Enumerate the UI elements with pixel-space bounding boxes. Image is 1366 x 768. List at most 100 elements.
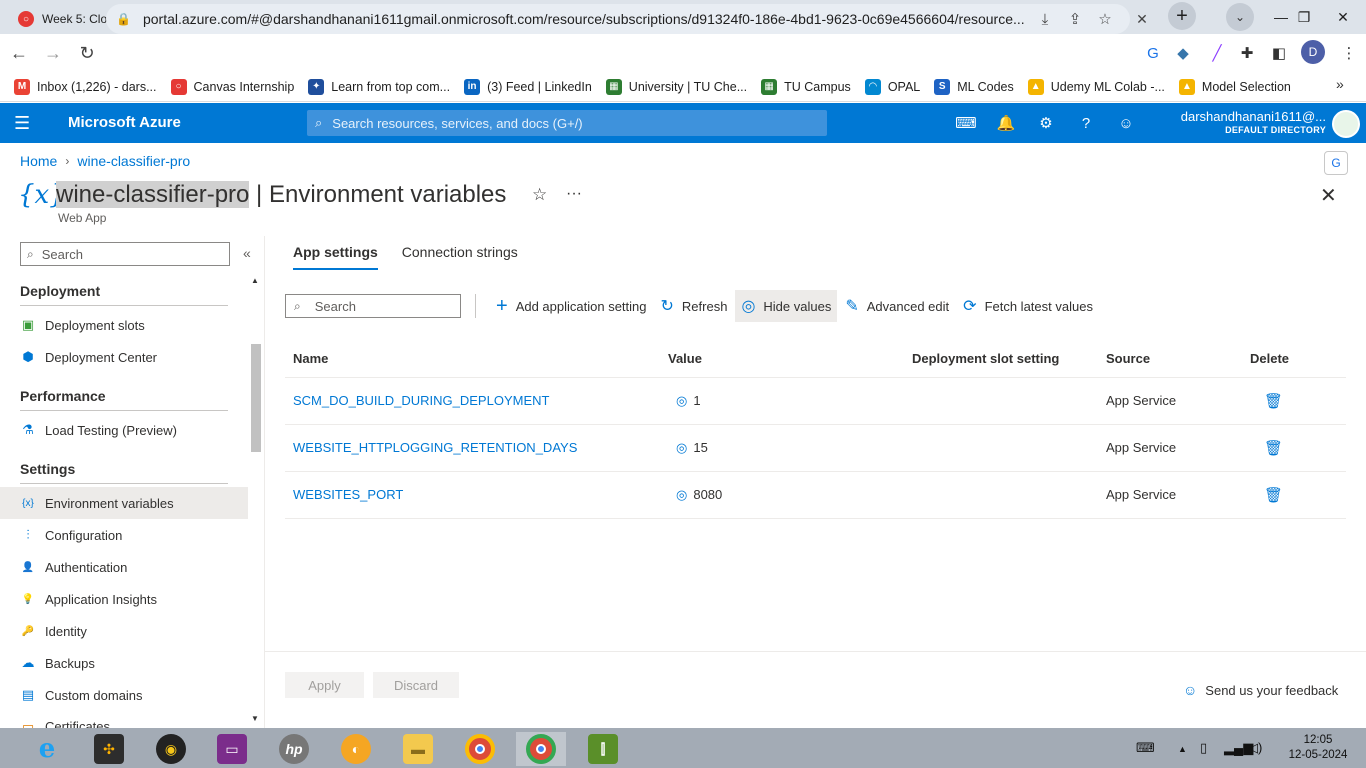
back-button[interactable]: ← <box>4 38 34 68</box>
setting-value[interactable]: ◎ 15 <box>668 440 904 456</box>
sidebar-item-identity[interactable]: 🔑 Identity <box>0 615 248 647</box>
bookmark-item[interactable]: ▦ University | TU Che... <box>605 78 747 95</box>
show-value-eye-icon[interactable]: ◎ <box>676 393 687 409</box>
collapse-nav-icon[interactable]: « <box>243 245 251 261</box>
extensions-puzzle-icon[interactable]: ✚ <box>1232 38 1262 68</box>
share-icon[interactable]: ⇪ <box>1060 10 1090 28</box>
bookmark-item[interactable]: S ML Codes <box>934 78 1014 95</box>
bookmark-item[interactable]: ◠ OPAL <box>864 78 920 95</box>
tab-connection-strings[interactable]: Connection strings <box>402 244 518 270</box>
cloud-shell-icon[interactable]: ⌨ <box>955 113 977 133</box>
bookmark-item[interactable]: ▲ Udemy ML Colab -... <box>1027 78 1165 95</box>
browser-menu-icon[interactable]: ⋮ <box>1334 38 1364 68</box>
bookmark-item[interactable]: ✦ Learn from top com... <box>308 78 450 95</box>
show-value-eye-icon[interactable]: ◎ <box>676 440 687 456</box>
chrome-icon[interactable] <box>455 732 505 766</box>
bookmarks-overflow-icon[interactable]: » <box>1336 76 1344 92</box>
nav-scrollbar[interactable]: ▲ ▼ <box>249 274 263 728</box>
bookmark-item[interactable]: ▲ Model Selection <box>1178 78 1291 95</box>
hide-values-button[interactable]: ◎ Hide values <box>735 290 838 322</box>
setting-value[interactable]: ◎ 8080 <box>668 487 904 503</box>
sidebar-item-certificates[interactable]: ▭ Certificates <box>0 711 248 728</box>
profile-avatar[interactable]: D <box>1301 40 1325 64</box>
tab-close-icon[interactable]: ✕ <box>1134 11 1150 28</box>
close-blade-icon[interactable]: ✕ <box>1320 183 1337 208</box>
favorite-star-icon[interactable]: ☆ <box>532 185 547 205</box>
settings-gear-icon[interactable]: ⚙ <box>1036 113 1056 133</box>
file-explorer-icon[interactable]: ▬ <box>393 732 443 766</box>
column-header-slot-setting[interactable]: Deployment slot setting <box>904 340 1098 378</box>
puzzle-app-icon[interactable]: ✣ <box>84 732 134 766</box>
breadcrumb-resource[interactable]: wine-classifier-pro <box>77 153 190 169</box>
apply-button[interactable]: Apply <box>285 672 364 698</box>
discard-button[interactable]: Discard <box>373 672 459 698</box>
send-feedback-link[interactable]: ☺ Send us your feedback <box>1183 682 1338 698</box>
pen-extension-icon[interactable]: ╱ <box>1202 38 1232 68</box>
sidebar-item-custom-domains[interactable]: ▤ Custom domains <box>0 679 248 711</box>
taskbar-clock[interactable]: 12:05 12-05-2024 <box>1280 733 1356 763</box>
sidebar-item-load-testing-preview[interactable]: ⚗ Load Testing (Preview) <box>0 414 248 446</box>
volume-icon[interactable]: ◁) <box>1248 740 1262 756</box>
setting-name-link[interactable]: SCM_DO_BUILD_DURING_DEPLOYMENT <box>293 393 549 408</box>
bookmark-item[interactable]: M Inbox (1,226) - dars... <box>14 78 157 95</box>
sidebar-item-backups[interactable]: ☁ Backups <box>0 647 248 679</box>
column-header-source[interactable]: Source <box>1098 340 1242 378</box>
hp-icon[interactable]: hp <box>269 732 319 766</box>
setting-value[interactable]: ◎ 1 <box>668 393 904 409</box>
account-avatar[interactable] <box>1332 110 1360 138</box>
advanced-edit-button[interactable]: ✎ Advanced edit <box>839 290 955 322</box>
help-question-icon[interactable]: ? <box>1076 113 1096 133</box>
keyboard-icon[interactable]: ⌨ <box>1136 740 1155 756</box>
google-translate-icon[interactable]: G <box>1324 151 1348 175</box>
settings-search-input[interactable]: ⌕ Search <box>285 294 461 318</box>
close-window-button[interactable]: ✕ <box>1320 0 1366 34</box>
python-extension-icon[interactable]: ◆ <box>1168 38 1198 68</box>
tab-search-button[interactable]: ⌄ <box>1226 3 1254 31</box>
delete-trash-icon[interactable]: 🗑 <box>1250 440 1283 457</box>
sidebar-item-configuration[interactable]: ⫶ Configuration <box>0 519 248 551</box>
tray-overflow-icon[interactable]: ▲ <box>1178 744 1187 754</box>
sidebar-item-deployment-slots[interactable]: ▣ Deployment slots <box>0 309 248 341</box>
bookmark-item[interactable]: ○ Canvas Internship <box>170 78 294 95</box>
global-search-input[interactable]: ⌕ Search resources, services, and docs (… <box>307 110 827 136</box>
translate-extension-icon[interactable]: G <box>1138 38 1168 68</box>
setting-name-link[interactable]: WEBSITE_HTTPLOGGING_RETENTION_DAYS <box>293 440 577 455</box>
add-application-setting-button[interactable]: + Add application setting <box>490 290 653 322</box>
column-header-name[interactable]: Name <box>285 340 660 378</box>
scroll-up-icon[interactable]: ▲ <box>251 276 259 285</box>
forward-button[interactable]: → <box>38 38 68 68</box>
battery-icon[interactable]: ▯ <box>1200 740 1207 756</box>
reload-button[interactable]: ↻ <box>72 38 102 68</box>
portal-menu-icon[interactable]: ☰ <box>14 113 30 134</box>
more-options-icon[interactable]: ··· <box>566 185 582 203</box>
breadcrumb-home[interactable]: Home <box>20 153 57 169</box>
notifications-bell-icon[interactable]: 🔔 <box>996 113 1016 133</box>
tab-app-settings[interactable]: App settings <box>293 244 378 270</box>
chrome-profile-icon[interactable] <box>516 732 566 766</box>
address-bar[interactable]: 🔒 portal.azure.com/#@darshandhanani1611g… <box>106 4 1130 34</box>
graph-app-icon[interactable]: ⫿ <box>578 732 628 766</box>
delete-trash-icon[interactable]: 🗑 <box>1250 487 1283 504</box>
bookmark-item[interactable]: in (3) Feed | LinkedIn <box>464 78 592 95</box>
portal-brand[interactable]: Microsoft Azure <box>68 114 181 131</box>
install-app-icon[interactable]: ⤓ <box>1030 11 1060 28</box>
side-panel-icon[interactable]: ◧ <box>1264 38 1294 68</box>
media-player-icon[interactable]: ◉ <box>146 732 196 766</box>
bookmark-item[interactable]: ▦ TU Campus <box>761 78 851 95</box>
sidebar-item-deployment-center[interactable]: ⬢ Deployment Center <box>0 341 248 373</box>
bookmark-star-icon[interactable]: ☆ <box>1090 10 1120 28</box>
show-value-eye-icon[interactable]: ◎ <box>676 487 687 503</box>
sidebar-item-application-insights[interactable]: 💡 Application Insights <box>0 583 248 615</box>
sidebar-item-authentication[interactable]: 👤 Authentication <box>0 551 248 583</box>
refresh-button[interactable]: ↻ Refresh <box>655 290 734 322</box>
nav-search-input[interactable]: ⌕ Search <box>20 242 230 266</box>
delete-trash-icon[interactable]: 🗑 <box>1250 393 1283 410</box>
scrollbar-thumb[interactable] <box>251 344 261 452</box>
sidebar-item-environment-variables[interactable]: {x} Environment variables <box>0 487 248 519</box>
setting-name-link[interactable]: WEBSITES_PORT <box>293 487 403 502</box>
new-tab-button[interactable]: + <box>1168 2 1196 30</box>
scroll-down-icon[interactable]: ▼ <box>251 714 259 723</box>
fetch-latest-values-button[interactable]: ⟳ Fetch latest values <box>957 290 1099 322</box>
account-menu[interactable]: darshandhanani1611@... DEFAULT DIRECTORY <box>1166 109 1326 135</box>
site-info-icon[interactable]: 🔒 <box>116 12 131 26</box>
